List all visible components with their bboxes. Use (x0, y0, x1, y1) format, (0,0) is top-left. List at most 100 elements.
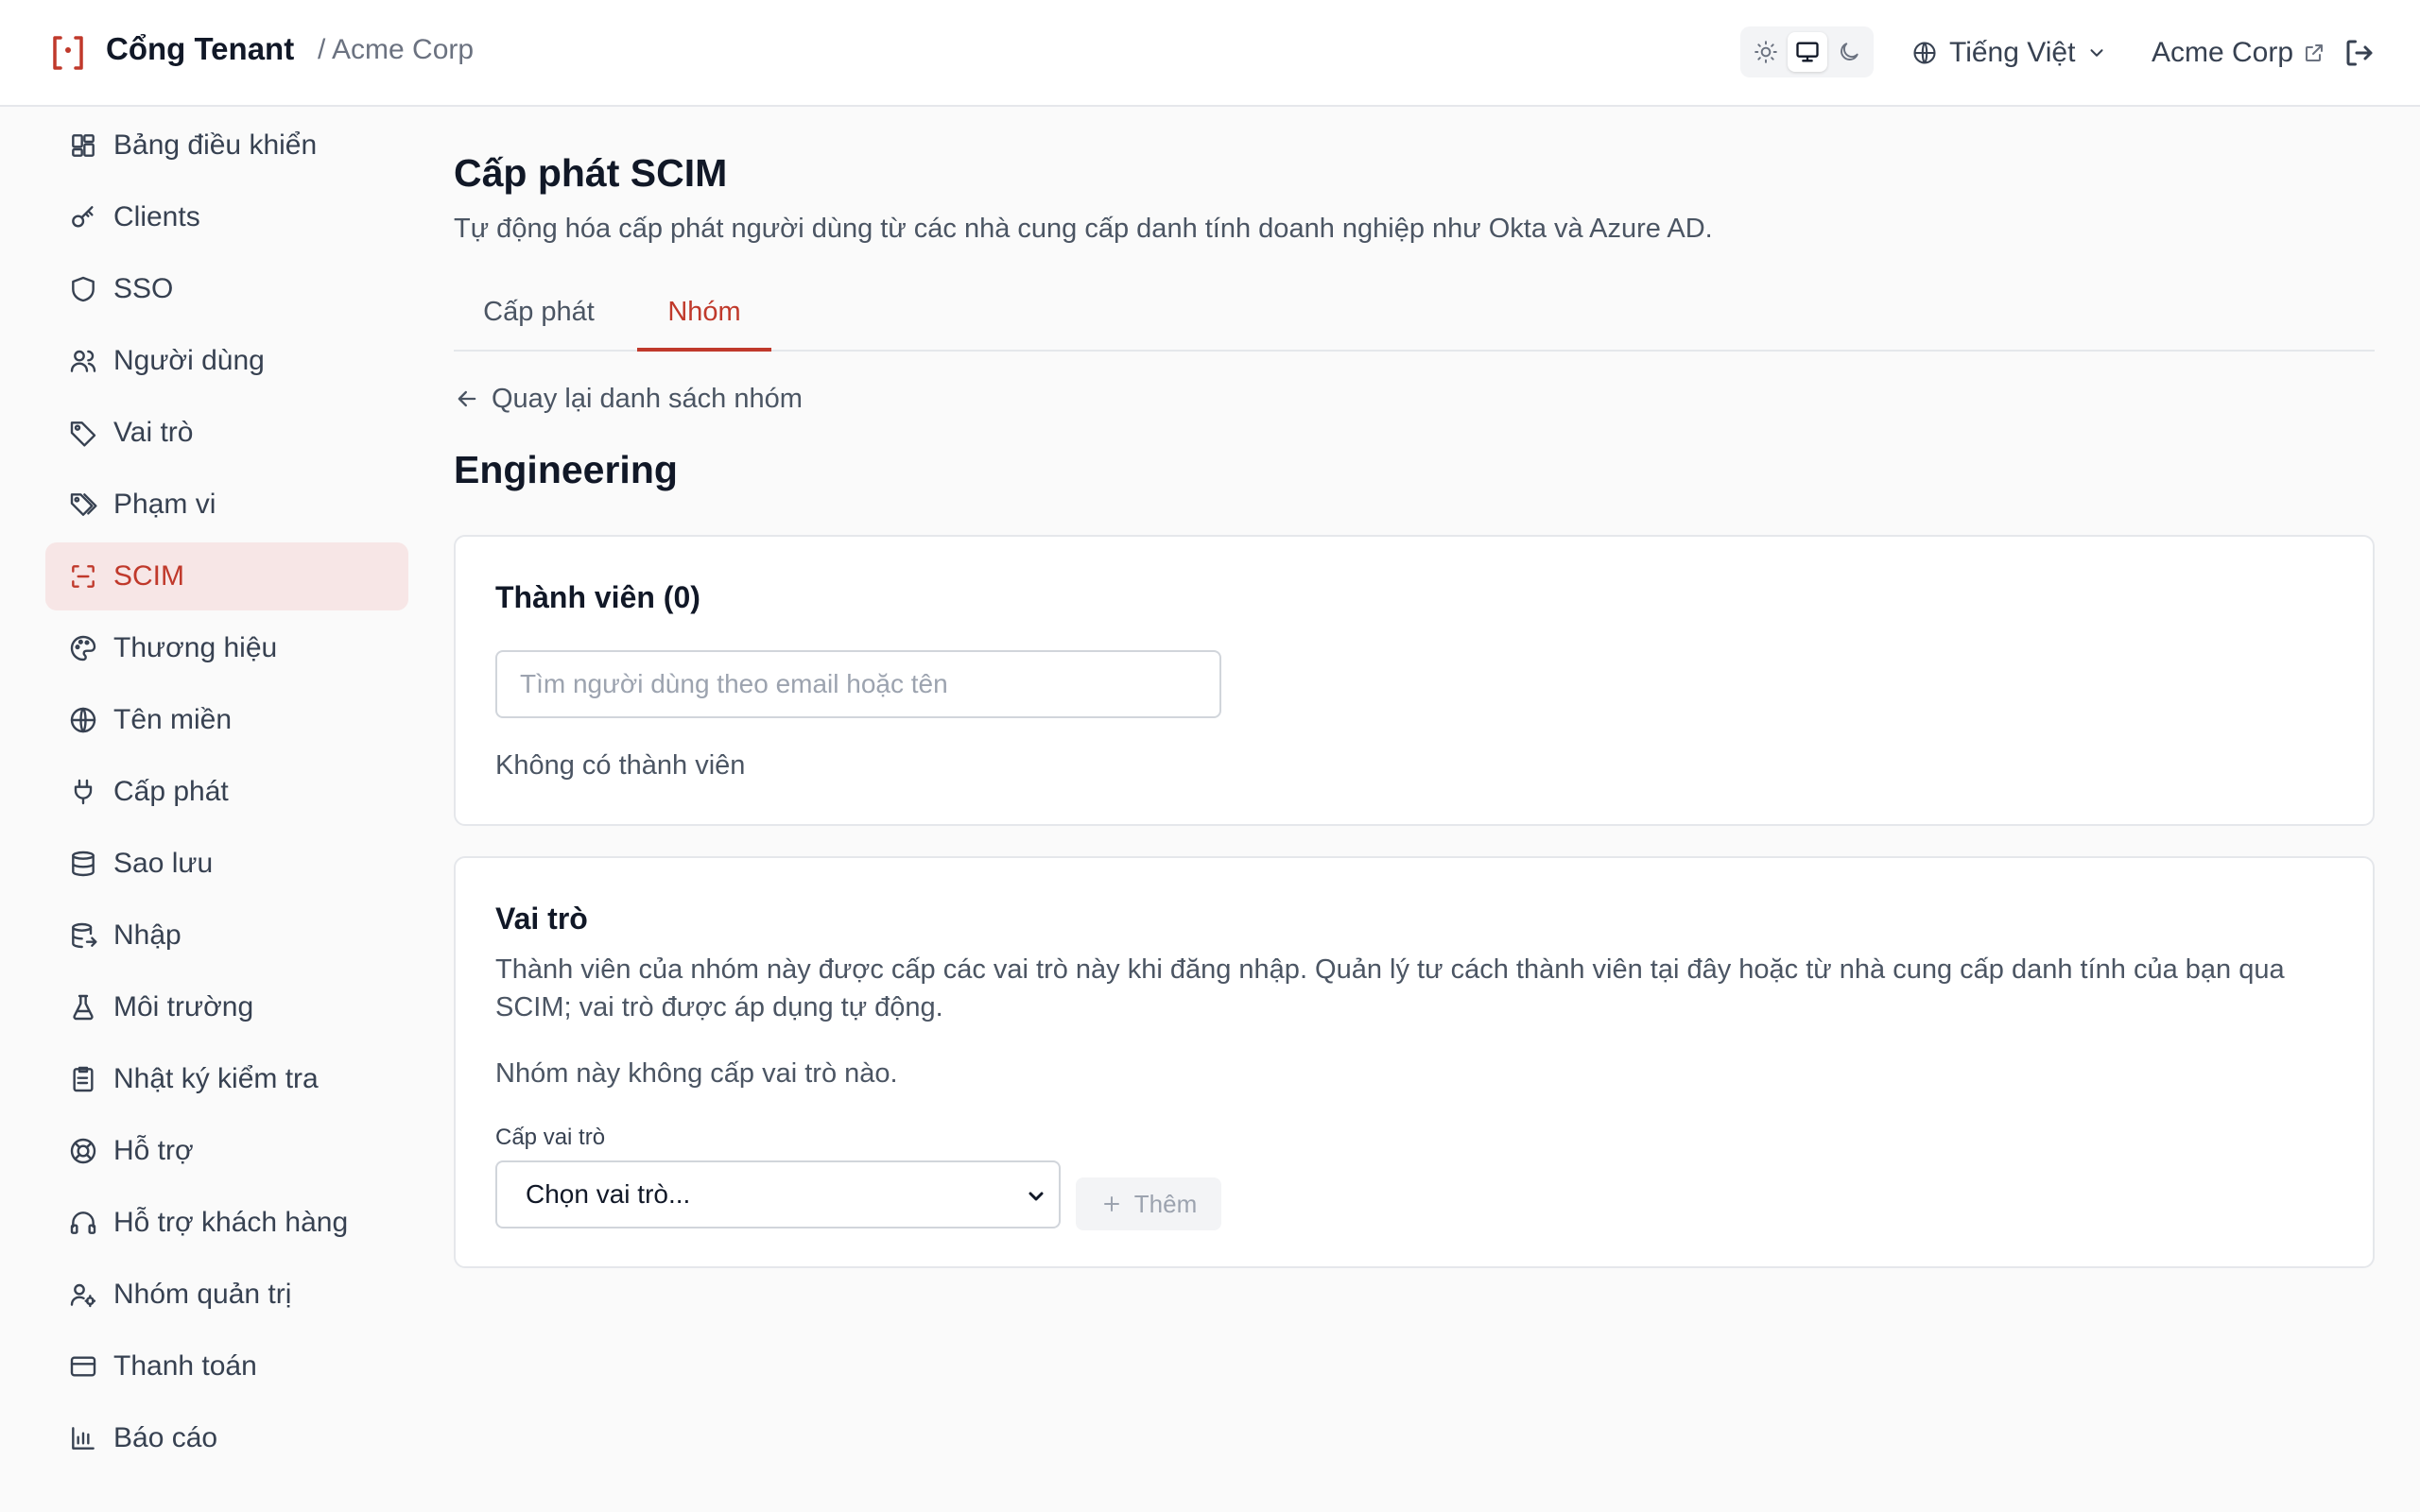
globe-icon (1913, 42, 1936, 64)
group-name-heading: Engineering (454, 448, 678, 491)
sidebar-item-database-import[interactable]: Nhập (45, 902, 408, 970)
roles-card-description: Thành viên của nhóm này được cấp các vai… (495, 954, 2285, 1022)
moon-icon (1841, 43, 1858, 60)
roles-card: Vai trò Thành viên của nhóm này được cấp… (454, 856, 2375, 1268)
chevron-down-icon (1028, 1192, 1044, 1201)
sidebar-item-label: Thương hiệu (113, 632, 278, 663)
theme-system-button[interactable] (1788, 32, 1827, 72)
tags-icon (70, 493, 97, 516)
sidebar-item-user-cog[interactable]: Nhóm quản trị (45, 1261, 408, 1329)
database-import-icon (72, 922, 97, 949)
sidebar-item-scan[interactable]: SCIM (45, 542, 408, 610)
globe-icon (70, 707, 96, 733)
tab-bar: Cấp phát Nhóm (454, 284, 2375, 352)
sidebar-item-bar-chart[interactable]: Báo cáo (45, 1404, 408, 1472)
sidebar-item-label: Người dùng (113, 345, 265, 376)
sidebar-item-label: SSO (113, 273, 174, 304)
sidebar-item-label: Vai trò (113, 417, 194, 448)
tab-provisioning[interactable]: Cấp phát (454, 284, 624, 352)
sidebar-item-label: Sao lưu (113, 848, 214, 879)
roles-empty-text: Nhóm này không cấp vai trò nào. (495, 1058, 898, 1089)
user-cog-icon (70, 1283, 96, 1308)
sidebar-item-headphones[interactable]: Hỗ trợ khách hàng (45, 1189, 408, 1257)
users-icon (70, 350, 96, 372)
sidebar-item-palette[interactable]: Thương hiệu (45, 614, 408, 682)
key-icon (72, 206, 94, 228)
brand-title[interactable]: Cổng Tenant (106, 31, 294, 67)
sidebar-item-label: Nhóm quản trị (113, 1279, 292, 1310)
sidebar-item-label: Cấp phát (113, 776, 229, 807)
sidebar-item-database[interactable]: Sao lưu (45, 830, 408, 898)
bar-chart-icon (72, 1427, 95, 1450)
back-to-groups-link[interactable]: Quay lại danh sách nhóm (454, 380, 803, 418)
member-search-input[interactable] (495, 650, 1221, 718)
add-role-label: Thêm (1133, 1189, 1198, 1218)
monitor-icon (1796, 42, 1819, 62)
sidebar-item-label: Phạm vi (113, 489, 216, 520)
sidebar-item-globe[interactable]: Tên miền (45, 686, 408, 754)
sidebar-item-label: Nhập (113, 919, 182, 951)
sidebar-item-label: Bảng điều khiển (113, 129, 318, 161)
role-select[interactable]: Chọn vai trò... (495, 1160, 1061, 1228)
sidebar-item-label: Thanh toán (113, 1350, 257, 1382)
sidebar-item-label: Tên miền (113, 704, 233, 735)
sidebar-item-dashboard[interactable]: Bảng điều khiển (45, 112, 408, 180)
members-card-title: Thành viên (0) (495, 580, 700, 614)
chevron-down-icon (2090, 49, 2103, 57)
theme-toggle (1740, 26, 1874, 77)
language-label: Tiếng Việt (1949, 37, 2076, 68)
add-role-button[interactable]: Thêm (1076, 1177, 1221, 1230)
shield-icon (72, 276, 95, 302)
tab-groups[interactable]: Nhóm (637, 284, 771, 352)
database-icon (72, 850, 95, 877)
dashboard-icon (72, 134, 95, 157)
assign-role-label: Cấp vai trò (495, 1125, 606, 1150)
sidebar-item-key[interactable]: Clients (45, 183, 408, 251)
language-selector[interactable]: Tiếng Việt (1911, 32, 2107, 74)
credit-card-icon (70, 1356, 96, 1377)
sidebar-item-flask[interactable]: Môi trường (45, 973, 408, 1041)
plug-icon (74, 779, 93, 805)
sidebar-item-tag[interactable]: Vai trò (45, 399, 408, 467)
tag-icon (70, 421, 96, 447)
tenant-external-link[interactable]: Acme Corp (2152, 32, 2325, 74)
headphones-icon (70, 1211, 96, 1234)
sidebar-item-credit-card[interactable]: Thanh toán (45, 1332, 408, 1400)
clipboard-list-icon (73, 1066, 94, 1092)
sidebar-item-users[interactable]: Người dùng (45, 327, 408, 395)
plus-icon (1103, 1196, 1119, 1211)
logout-icon[interactable] (2342, 36, 2377, 70)
theme-dark-button[interactable] (1829, 32, 1869, 72)
back-link-label: Quay lại danh sách nhóm (492, 383, 803, 414)
sun-icon (1754, 41, 1777, 63)
page-description: Tự động hóa cấp phát người dùng từ các n… (454, 214, 1713, 244)
sidebar-item-clipboard-list[interactable]: Nhật ký kiểm tra (45, 1045, 408, 1113)
sidebar-item-label: Nhật ký kiểm tra (113, 1063, 319, 1094)
sidebar-item-lifebuoy[interactable]: Hỗ trợ (45, 1117, 408, 1185)
tenant-link-label: Acme Corp (2152, 37, 2294, 68)
external-link-icon (2306, 44, 2324, 61)
top-header: Cổng Tenant / Acme Corp Tiếng Việt Acme (0, 0, 2420, 107)
scan-icon (72, 565, 95, 588)
sidebar-item-label: Hỗ trợ khách hàng (113, 1207, 349, 1238)
sidebar-item-label: SCIM (113, 560, 184, 592)
page-title: Cấp phát SCIM (454, 151, 728, 195)
lifebuoy-icon (70, 1138, 96, 1164)
members-card: Thành viên (0) Không có thành viên (454, 535, 2375, 826)
members-empty-text: Không có thành viên (495, 750, 746, 781)
logo-icon (53, 36, 83, 70)
breadcrumb: / Acme Corp (318, 34, 475, 65)
palette-icon (70, 635, 96, 662)
flask-icon (73, 994, 94, 1021)
sidebar-item-label: Môi trường (113, 991, 254, 1022)
theme-light-button[interactable] (1746, 32, 1786, 72)
sidebar-item-label: Báo cáo (113, 1422, 218, 1453)
sidebar-item-shield[interactable]: SSO (45, 255, 408, 323)
role-select-value: Chọn vai trò... (526, 1179, 691, 1209)
sidebar-item-tags[interactable]: Phạm vi (45, 471, 408, 539)
arrow-left-icon (458, 390, 476, 407)
sidebar-item-label: Clients (113, 201, 200, 232)
roles-card-title: Vai trò (495, 902, 588, 936)
sidebar-item-plug[interactable]: Cấp phát (45, 758, 408, 826)
sidebar-item-label: Hỗ trợ (113, 1135, 194, 1166)
